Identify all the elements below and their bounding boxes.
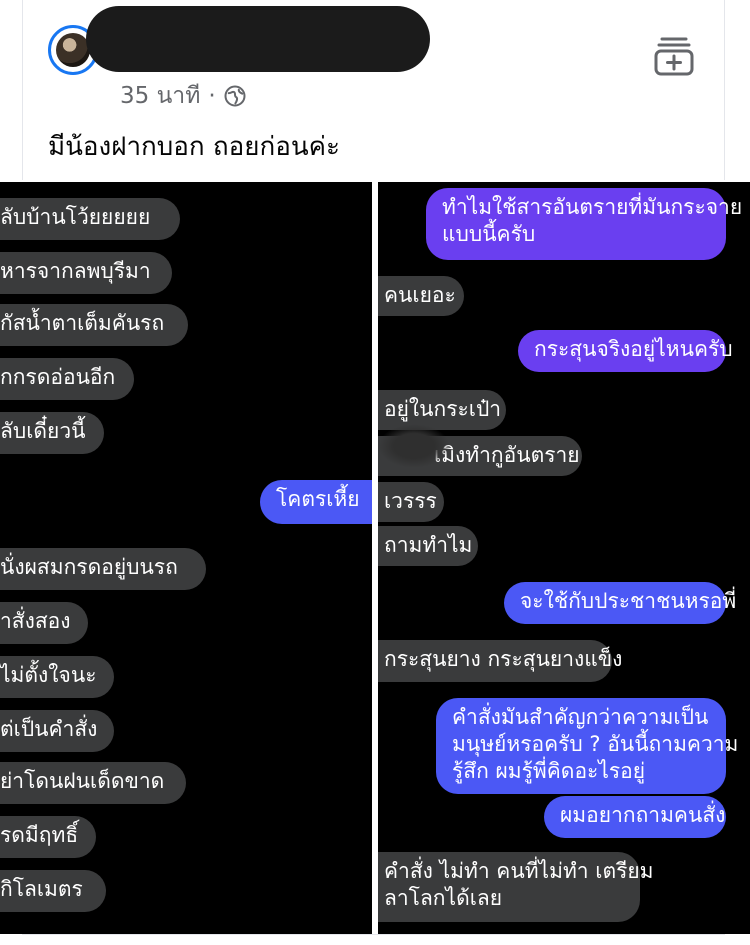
message-line: แบบนี้ครับ <box>442 222 536 246</box>
received-message: าสั่งสอง <box>0 602 88 644</box>
redacted-author-name <box>86 6 430 72</box>
received-message: กระสุนยาง กระสุนยางแข็ง <box>378 640 622 682</box>
received-message: กกรดอ่อนอีก <box>0 358 134 400</box>
received-message: คำสั่ง ไม่ทำ คนที่ไม่ทำ เตรียม ลาโลกได้เ… <box>378 852 654 922</box>
blurred-smudge <box>378 424 450 468</box>
message-line: รู้สึก ผมรู้พี่คิดอะไรอยู่ <box>452 759 646 783</box>
sent-message: คำสั่งมันสำคัญกว่าความเป็น มนุษย์หรอครับ… <box>436 698 739 794</box>
sent-message: กระสุนจริงอยู่ไหนครับ <box>518 330 733 372</box>
received-message: นั่งผสมกรดอยู่บนรถ <box>0 548 206 590</box>
message-line: คำสั่ง ไม่ทำ คนที่ไม่ทำ เตรียม <box>384 859 654 883</box>
chat-screenshot-right: ทำไมใช้สารอันตรายที่มันกระจาย แบบนี้ครับ… <box>378 182 750 934</box>
received-message: กิโลเมตร <box>0 870 106 912</box>
post-caption: มีน้องฝากบอก ถอยก่อนค่ะ <box>48 132 341 162</box>
received-message: กัสน้ำตาเต็มคันรถ <box>0 304 188 346</box>
sent-message: โคตรเหี้ย <box>260 480 372 524</box>
post-meta: 35 นาที · <box>120 78 246 114</box>
received-message: ลับเดี๋ยวนี้ <box>0 412 104 454</box>
post-card-border-bottom <box>22 934 725 935</box>
received-message: ต่เป็นคำสั่ง <box>0 710 114 752</box>
message-line: ลาโลกได้เลย <box>384 886 503 910</box>
post-card-border-left <box>22 0 23 180</box>
save-to-collection-icon[interactable] <box>652 34 696 78</box>
received-message: หารจากลพบุรีมา <box>0 252 172 294</box>
received-message: เวรรร <box>378 482 444 522</box>
globe-icon <box>224 85 246 107</box>
meta-separator: · <box>208 83 216 109</box>
received-message: ย่าโดนฝนเด็ดขาด <box>0 762 186 804</box>
received-message: ลับบ้านโว้ยยยยย <box>0 198 180 240</box>
received-message: ไม่ตั้งใจนะ <box>0 656 114 698</box>
post-card-border-right <box>724 0 725 180</box>
chat-screenshot-left: ลับบ้านโว้ยยยยย หารจากลพบุรีมา กัสน้ำตาเ… <box>0 182 372 934</box>
received-message: ถามทำไม <box>378 526 478 566</box>
post-timestamp[interactable]: 35 นาที <box>120 78 200 114</box>
message-line: ทำไมใช้สารอันตรายที่มันกระจาย <box>442 195 743 219</box>
avatar-photo <box>56 33 90 67</box>
sent-message: จะใช้กับประชาชนหรอพี่ <box>504 582 736 624</box>
received-message: คนเยอะ <box>378 276 464 316</box>
sent-message: ทำไมใช้สารอันตรายที่มันกระจาย แบบนี้ครับ <box>426 188 743 260</box>
sent-message: ผมอยากถามคนสั่ง <box>544 796 726 838</box>
message-line: มนุษย์หรอครับ ? อันนี้ถามความ <box>452 732 739 756</box>
received-message: รดมีฤทธิ์ <box>0 816 96 858</box>
message-line: คำสั่งมันสำคัญกว่าความเป็น <box>452 705 709 729</box>
